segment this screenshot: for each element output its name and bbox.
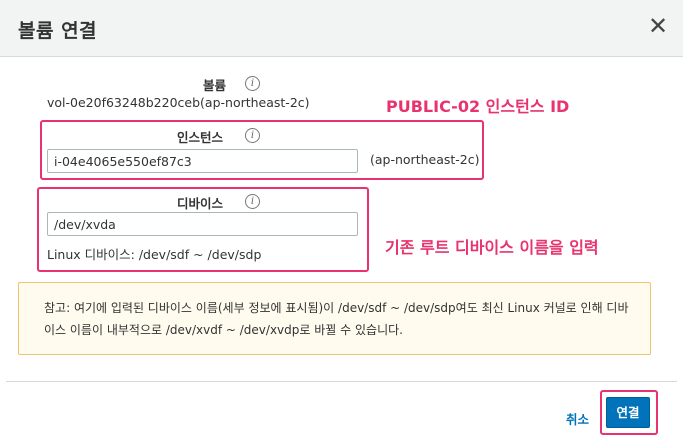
connect-button[interactable]: 연결 xyxy=(606,397,650,428)
instance-label: 인스턴스 xyxy=(177,130,224,145)
instance-info-icon[interactable]: i xyxy=(245,128,260,143)
device-hint: Linux 디바이스: /dev/sdf ~ /dev/sdp xyxy=(47,247,262,262)
dialog-header: 볼륨 연결 ✕ xyxy=(0,0,683,57)
device-annotation: 기존 루트 디바이스 이름을 입력 xyxy=(385,238,599,257)
volume-info-icon[interactable]: i xyxy=(245,76,260,91)
cancel-button[interactable]: 취소 xyxy=(566,409,589,428)
warning-text: 참고: 여기에 입력된 디바이스 이름(세부 정보에 표시됨)이 /dev/sd… xyxy=(44,301,629,337)
device-info-icon[interactable]: i xyxy=(245,194,260,209)
volume-value: vol-0e20f63248b220ceb(ap-northeast-2c) xyxy=(47,95,310,110)
instance-zone: (ap-northeast-2c) xyxy=(370,152,480,167)
instance-input[interactable] xyxy=(47,149,358,173)
close-icon[interactable]: ✕ xyxy=(646,14,670,38)
volume-label: 볼륨 xyxy=(203,78,227,93)
device-input[interactable] xyxy=(47,212,358,236)
device-label: 디바이스 xyxy=(177,196,224,211)
warning-box: 참고: 여기에 입력된 디바이스 이름(세부 정보에 표시됨)이 /dev/sd… xyxy=(18,282,651,355)
footer-divider xyxy=(6,381,677,382)
instance-annotation: PUBLIC-02 인스턴스 ID xyxy=(386,97,570,116)
dialog-title: 볼륨 연결 xyxy=(18,20,98,42)
